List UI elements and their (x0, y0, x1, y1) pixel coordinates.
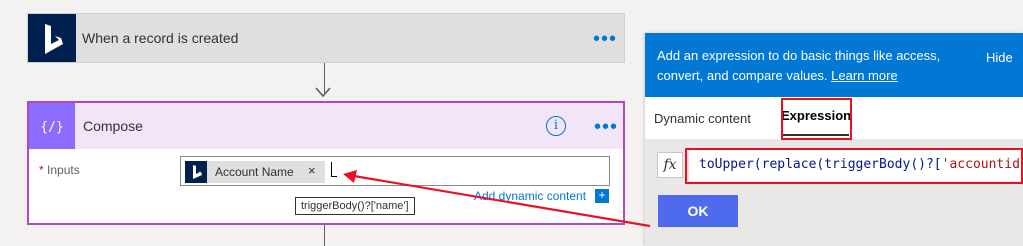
expression-input-highlight (685, 148, 1023, 184)
info-icon[interactable]: i (546, 116, 566, 136)
inputs-label-text: Inputs (47, 163, 80, 177)
dynamics-icon (28, 14, 76, 62)
trigger-more-icon[interactable]: ••• (593, 29, 617, 49)
token-label: Account Name (215, 165, 294, 179)
dynamics-icon (185, 161, 207, 183)
inputs-field[interactable]: Account Name × (180, 156, 610, 186)
inputs-label: * Inputs (39, 163, 80, 177)
panel-description: Add an expression to do basic things lik… (657, 46, 962, 86)
token-tooltip: triggerBody()?['name'] (295, 197, 415, 215)
ok-button[interactable]: OK (658, 195, 738, 227)
compose-title: Compose (83, 118, 143, 134)
tab-dynamic-content[interactable]: Dynamic content (654, 111, 751, 126)
add-dynamic-content-icon[interactable]: + (595, 189, 609, 203)
required-mark: * (39, 163, 44, 177)
expression-tab-highlight (781, 98, 852, 140)
add-dynamic-content-link[interactable]: Add dynamic content (474, 189, 586, 203)
trigger-card[interactable]: When a record is created ••• (27, 13, 625, 63)
learn-more-link[interactable]: Learn more (831, 68, 897, 83)
text-cursor-base (331, 176, 337, 177)
trigger-title: When a record is created (82, 30, 239, 46)
connector-arrow-icon (315, 87, 331, 98)
panel-description-text: Add an expression to do basic things lik… (657, 48, 941, 83)
account-name-token[interactable]: Account Name × (185, 161, 325, 183)
svg-text:{/}: {/} (40, 120, 63, 135)
compose-more-icon[interactable]: ••• (594, 117, 618, 137)
connector-line-bottom (324, 225, 325, 246)
compose-header[interactable]: {/} Compose i ••• (29, 103, 623, 149)
token-close-icon[interactable]: × (308, 163, 316, 178)
panel-header: Add an expression to do basic things lik… (645, 33, 1023, 97)
hide-button[interactable]: Hide (986, 50, 1013, 65)
text-cursor (331, 162, 332, 176)
fx-icon: fx (657, 152, 683, 178)
compose-icon: {/} (29, 103, 75, 149)
